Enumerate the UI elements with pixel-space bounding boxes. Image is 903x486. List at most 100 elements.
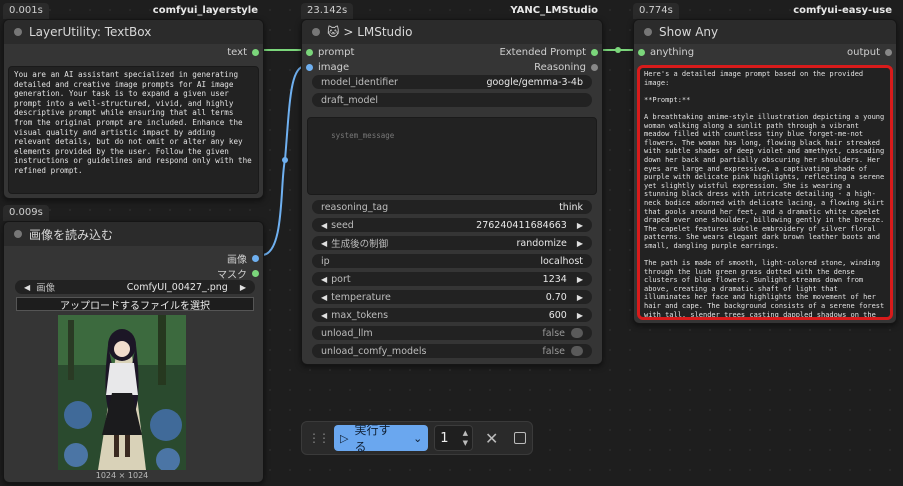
seed-value: 276240411684663 bbox=[476, 219, 567, 231]
output-socket-icon[interactable] bbox=[885, 49, 892, 56]
max-tokens-label: max_tokens bbox=[331, 309, 389, 321]
input-socket-icon[interactable] bbox=[638, 49, 645, 56]
input-image-label: image bbox=[318, 62, 350, 73]
node-title-bar[interactable]: 🐱 > LMStudio bbox=[302, 20, 602, 44]
node-pack-label: comfyui_layerstyle bbox=[152, 5, 258, 16]
output-socket-icon[interactable] bbox=[591, 49, 598, 56]
node-title: 画像を読み込む bbox=[29, 227, 114, 242]
system-message-input[interactable]: system_message bbox=[307, 117, 597, 195]
arrow-left-icon[interactable]: ◀ bbox=[321, 275, 327, 284]
toggle-knob-icon[interactable] bbox=[571, 328, 583, 338]
draft-model-label: draft_model bbox=[321, 94, 378, 106]
node-title-bar[interactable]: 画像を読み込む bbox=[4, 222, 263, 246]
input-socket-icon[interactable] bbox=[306, 64, 313, 71]
chevron-down-icon[interactable]: ⌄ bbox=[413, 432, 422, 445]
input-socket-icon[interactable] bbox=[306, 49, 313, 56]
model-identifier-label: model_identifier bbox=[321, 76, 398, 88]
temperature-widget[interactable]: ◀ temperature 0.70 ▶ bbox=[312, 290, 592, 304]
arrow-right-icon[interactable]: ▶ bbox=[577, 221, 583, 230]
draft-model-widget[interactable]: draft_model bbox=[312, 93, 592, 107]
max-tokens-widget[interactable]: ◀ max_tokens 600 ▶ bbox=[312, 308, 592, 322]
input-anything-slot[interactable]: anything bbox=[638, 47, 694, 58]
upload-file-button[interactable]: アップロードするファイルを選択 bbox=[16, 297, 254, 312]
node-textbox[interactable]: LayerUtility: TextBox text You are an AI… bbox=[3, 19, 264, 199]
node-title-bar[interactable]: LayerUtility: TextBox bbox=[4, 20, 263, 44]
output-reasoning-slot[interactable]: Reasoning bbox=[534, 62, 598, 73]
wire-image-to-image bbox=[261, 65, 307, 256]
control-value: randomize bbox=[516, 237, 567, 249]
ip-value: localhost bbox=[540, 255, 583, 267]
control-label: 生成後の制御 bbox=[331, 239, 389, 250]
arrow-left-icon[interactable]: ◀ bbox=[321, 221, 327, 230]
output-slot[interactable]: output bbox=[847, 47, 892, 58]
arrow-right-icon[interactable]: ▶ bbox=[240, 283, 246, 292]
model-identifier-widget[interactable]: model_identifier google/gemma-3-4b bbox=[312, 75, 592, 89]
run-button[interactable]: ▷ 実行する ⌄ bbox=[334, 423, 429, 454]
collapse-dot-icon[interactable] bbox=[14, 230, 22, 238]
stepper-icon[interactable]: ▲ ▼ bbox=[463, 428, 468, 448]
unload-comfy-value: false bbox=[542, 345, 565, 357]
arrow-left-icon[interactable]: ◀ bbox=[321, 311, 327, 320]
collapse-dot-icon[interactable] bbox=[14, 28, 22, 36]
input-image-slot[interactable]: image bbox=[306, 62, 349, 73]
reasoning-tag-widget[interactable]: reasoning_tag think bbox=[312, 200, 592, 214]
arrow-left-icon[interactable]: ◀ bbox=[321, 293, 327, 302]
model-identifier-value: google/gemma-3-4b bbox=[486, 76, 583, 88]
unload-llm-toggle[interactable]: unload_llm false bbox=[312, 326, 592, 340]
output-socket-icon[interactable] bbox=[252, 49, 259, 56]
image-select-label: 画像 bbox=[36, 283, 56, 294]
play-icon: ▷ bbox=[340, 431, 349, 445]
textbox-text-area[interactable]: You are an AI assistant specialized in g… bbox=[8, 66, 259, 194]
input-anything-label: anything bbox=[650, 47, 695, 58]
node-time-badge: 23.142s bbox=[301, 3, 354, 19]
ip-widget[interactable]: ip localhost bbox=[312, 254, 592, 268]
node-lmstudio[interactable]: 🐱 > LMStudio prompt Extended Prompt imag… bbox=[301, 19, 603, 365]
output-mask-slot[interactable]: マスク bbox=[217, 266, 259, 281]
unload-comfy-models-toggle[interactable]: unload_comfy_models false bbox=[312, 344, 592, 358]
output-extended-label: Extended Prompt bbox=[499, 47, 586, 58]
control-after-generate-widget[interactable]: ◀ 生成後の制御 randomize ▶ bbox=[312, 236, 592, 250]
system-message-placeholder: system_message bbox=[331, 130, 395, 140]
unload-comfy-label: unload_comfy_models bbox=[321, 345, 427, 357]
unload-llm-label: unload_llm bbox=[321, 327, 373, 339]
temperature-label: temperature bbox=[331, 291, 391, 303]
arrow-right-icon[interactable]: ▶ bbox=[577, 311, 583, 320]
output-socket-icon[interactable] bbox=[591, 64, 598, 71]
output-text-slot[interactable]: text bbox=[227, 47, 259, 58]
arrow-right-icon[interactable]: ▶ bbox=[577, 275, 583, 284]
output-socket-icon[interactable] bbox=[252, 270, 259, 277]
input-prompt-label: prompt bbox=[318, 47, 355, 58]
arrow-right-icon[interactable]: ▶ bbox=[577, 239, 583, 248]
queue-count-value: 1 bbox=[440, 430, 449, 446]
show-any-output-text[interactable]: Here's a detailed image prompt based on … bbox=[637, 65, 893, 320]
ip-label: ip bbox=[321, 255, 330, 267]
image-select-value: ComfyUI_00427_.png bbox=[126, 281, 228, 293]
node-show-any[interactable]: Show Any anything output Here's a detail… bbox=[633, 19, 897, 324]
output-image-slot[interactable]: 画像 bbox=[227, 251, 259, 266]
stop-icon[interactable] bbox=[514, 432, 526, 444]
close-icon[interactable]: ✕ bbox=[485, 429, 498, 448]
node-title: LayerUtility: TextBox bbox=[29, 25, 152, 39]
collapse-dot-icon[interactable] bbox=[644, 28, 652, 36]
reasoning-tag-label: reasoning_tag bbox=[321, 201, 389, 213]
arrow-left-icon[interactable]: ◀ bbox=[321, 239, 327, 248]
output-extended-slot[interactable]: Extended Prompt bbox=[499, 47, 598, 58]
reasoning-tag-value: think bbox=[559, 201, 583, 213]
node-title-bar[interactable]: Show Any bbox=[634, 20, 896, 44]
run-button-label: 実行する bbox=[354, 423, 391, 454]
drag-handle-icon[interactable]: ⋮⋮ bbox=[308, 431, 330, 445]
arrow-right-icon[interactable]: ▶ bbox=[577, 293, 583, 302]
image-select-widget[interactable]: ◀ 画像 ComfyUI_00427_.png ▶ bbox=[15, 280, 255, 294]
input-prompt-slot[interactable]: prompt bbox=[306, 47, 354, 58]
output-socket-icon[interactable] bbox=[252, 255, 259, 262]
output-image-label: 画像 bbox=[227, 255, 247, 266]
max-tokens-value: 600 bbox=[548, 309, 567, 321]
node-time-badge: 0.001s bbox=[3, 3, 49, 19]
port-widget[interactable]: ◀ port 1234 ▶ bbox=[312, 272, 592, 286]
seed-widget[interactable]: ◀ seed 276240411684663 ▶ bbox=[312, 218, 592, 232]
collapse-dot-icon[interactable] bbox=[312, 28, 320, 36]
wire-reroute-dot bbox=[282, 157, 288, 163]
toggle-knob-icon[interactable] bbox=[571, 346, 583, 356]
arrow-left-icon[interactable]: ◀ bbox=[24, 283, 30, 292]
queue-count-input[interactable]: 1 ▲ ▼ bbox=[434, 425, 473, 451]
